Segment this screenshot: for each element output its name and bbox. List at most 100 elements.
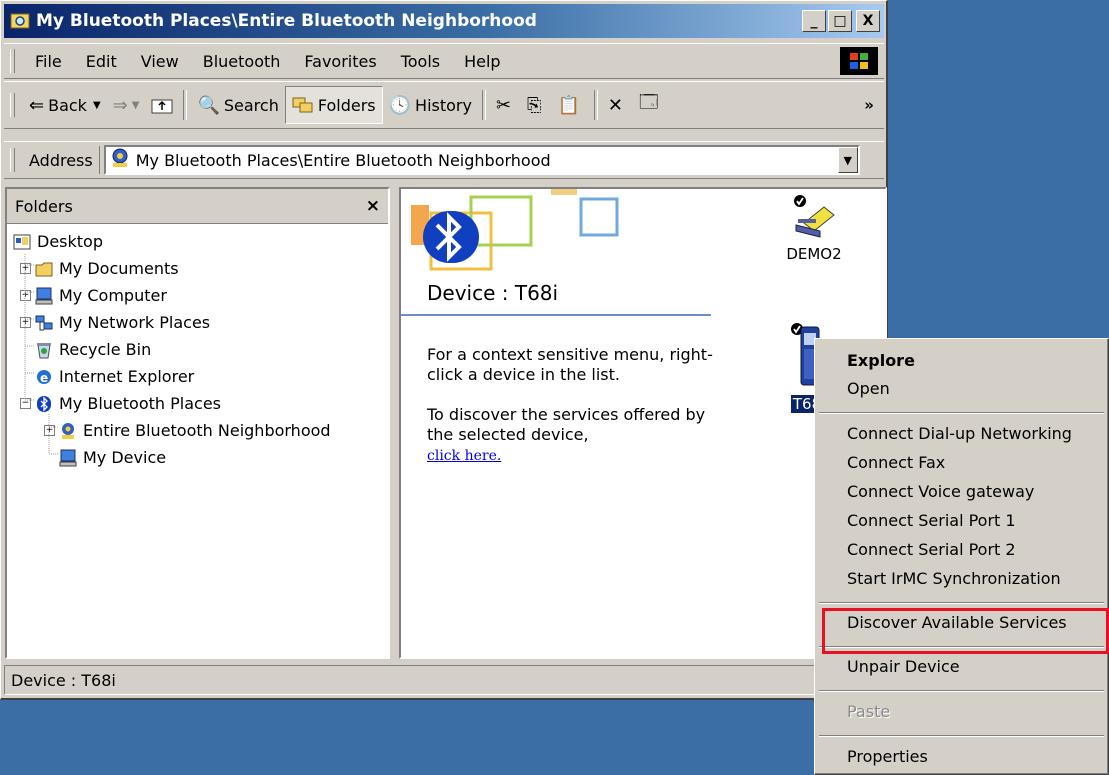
- context-menu-hint: For a context sensitive menu, right-clic…: [427, 345, 713, 384]
- addressbar-grip[interactable]: [10, 148, 15, 172]
- tree-item-label: My Device: [83, 448, 167, 467]
- menu-file[interactable]: File: [23, 52, 74, 71]
- menu-tools[interactable]: Tools: [389, 52, 452, 71]
- menu-bluetooth[interactable]: Bluetooth: [191, 52, 293, 71]
- menu-separator: [819, 412, 1104, 414]
- menu-edit[interactable]: Edit: [74, 52, 129, 71]
- status-text: Device : T68i: [11, 670, 116, 690]
- chevron-down-icon: ▼: [843, 153, 852, 167]
- toolbar-separator: [481, 90, 486, 120]
- copy-button[interactable]: ⎘: [521, 87, 551, 123]
- search-icon: 🔍: [197, 94, 220, 116]
- tree-item-label: Internet Explorer: [59, 367, 195, 386]
- minimize-button[interactable]: _: [802, 10, 826, 32]
- toolbar-separator: [183, 90, 188, 120]
- menu-explore[interactable]: Explore: [847, 351, 915, 370]
- folder-search-icon: [10, 13, 30, 29]
- menu-connect-serial-1[interactable]: Connect Serial Port 1: [847, 511, 1016, 530]
- highlight-annotation-box: [822, 608, 1109, 654]
- device-demo2[interactable]: DEMO2: [769, 193, 859, 263]
- tree-item-label: Entire Bluetooth Neighborhood: [83, 421, 331, 440]
- menu-start-irmc-sync[interactable]: Start IrMC Synchronization: [847, 569, 1061, 588]
- back-label: Back: [48, 95, 87, 115]
- back-button[interactable]: ⇐ Back ▼: [23, 87, 107, 123]
- menu-properties[interactable]: Properties: [847, 747, 928, 766]
- delete-button[interactable]: ✕: [602, 87, 633, 123]
- explorer-window: My Bluetooth Places\Entire Bluetooth Nei…: [0, 0, 888, 700]
- title-divider: [401, 314, 711, 316]
- menu-connect-voice-gateway[interactable]: Connect Voice gateway: [847, 482, 1034, 501]
- address-label: Address: [23, 146, 100, 174]
- neighborhood-icon: [110, 148, 130, 172]
- properties-icon: 🗔: [638, 92, 659, 113]
- forward-button[interactable]: ⇒ ▼: [107, 87, 146, 123]
- discover-hint: To discover the services offered by the …: [427, 405, 706, 444]
- window-title: My Bluetooth Places\Entire Bluetooth Nei…: [36, 11, 537, 31]
- menu-favorites[interactable]: Favorites: [292, 52, 388, 71]
- copy-icon: ⎘: [527, 94, 542, 116]
- forward-dropdown-icon[interactable]: ▼: [132, 100, 140, 111]
- cut-button[interactable]: ✂: [490, 87, 521, 123]
- info-text: For a context sensitive menu, right-clic…: [427, 345, 727, 466]
- desktop-background-bottom: [0, 700, 888, 775]
- properties-button[interactable]: 🗔: [633, 87, 669, 123]
- maximize-icon: □: [833, 13, 847, 29]
- delete-x-icon: ✕: [607, 94, 623, 116]
- tree-item-label: My Network Places: [59, 313, 211, 332]
- folders-label: Folders: [317, 95, 376, 115]
- up-folder-icon: [151, 99, 173, 114]
- back-arrow-icon: ⇐: [29, 94, 45, 116]
- device-title: Device : T68i: [427, 281, 559, 305]
- menu-unpair-device[interactable]: Unpair Device: [847, 657, 960, 676]
- address-field[interactable]: My Bluetooth Places\Entire Bluetooth Nei…: [103, 145, 860, 175]
- title-bar[interactable]: My Bluetooth Places\Entire Bluetooth Nei…: [4, 4, 884, 38]
- back-dropdown-icon[interactable]: ▼: [93, 100, 101, 111]
- folders-button[interactable]: Folders: [284, 86, 383, 124]
- context-menu: Explore Open Connect Dial-up Networking …: [814, 338, 1109, 775]
- history-icon: 🕓: [388, 94, 412, 116]
- history-label: History: [415, 95, 472, 115]
- menu-view[interactable]: View: [129, 52, 191, 71]
- folders-pane-header: Folders ×: [7, 189, 388, 224]
- minimize-icon: _: [810, 13, 818, 29]
- menu-bar: File Edit View Bluetooth Favorites Tools…: [4, 43, 884, 79]
- history-button[interactable]: 🕓 History: [383, 87, 478, 123]
- address-bar: Address My Bluetooth Places\Entire Bluet…: [4, 141, 884, 179]
- search-button[interactable]: 🔍 Search: [191, 87, 284, 123]
- tree-item-label: My Bluetooth Places: [59, 394, 221, 413]
- folder-tree: Desktop + My Documents + My Computer + M…: [7, 224, 388, 471]
- menu-connect-serial-2[interactable]: Connect Serial Port 2: [847, 540, 1016, 559]
- address-dropdown-button[interactable]: ▼: [837, 147, 858, 173]
- menu-separator: [819, 690, 1104, 692]
- folders-pane: Folders × Desktop + My Documents + My Co…: [5, 187, 390, 659]
- menu-help[interactable]: Help: [452, 52, 512, 71]
- close-icon: X: [862, 13, 874, 29]
- bluetooth-banner-graphic: [411, 189, 619, 271]
- tree-lines: [24, 254, 59, 455]
- click-here-link[interactable]: click here.: [427, 448, 501, 464]
- toolbar-overflow-chevron[interactable]: »: [864, 96, 874, 114]
- menu-connect-fax[interactable]: Connect Fax: [847, 453, 945, 472]
- folders-pane-close-button[interactable]: ×: [366, 196, 380, 216]
- laptop-icon: [794, 195, 835, 238]
- forward-arrow-icon: ⇒: [112, 94, 128, 116]
- paste-button[interactable]: 📋: [551, 87, 589, 123]
- search-label: Search: [223, 95, 279, 115]
- scissors-icon: ✂: [495, 94, 512, 116]
- paste-icon: 📋: [557, 94, 580, 116]
- close-button[interactable]: X: [856, 10, 880, 32]
- menu-open[interactable]: Open: [847, 379, 890, 398]
- menubar-grip[interactable]: [10, 49, 15, 73]
- menu-separator: [819, 735, 1104, 737]
- up-button[interactable]: [145, 87, 179, 123]
- menu-paste: Paste: [847, 702, 891, 721]
- maximize-button[interactable]: □: [828, 10, 852, 32]
- windows-logo-icon: [840, 47, 878, 75]
- tree-item-label: My Computer: [59, 286, 167, 305]
- address-value: My Bluetooth Places\Entire Bluetooth Nei…: [135, 150, 551, 170]
- toolbar-grip[interactable]: [10, 93, 15, 117]
- menu-connect-dialup[interactable]: Connect Dial-up Networking: [847, 424, 1072, 443]
- tree-item-label: My Documents: [59, 259, 179, 278]
- toolbar-separator: [593, 90, 598, 120]
- status-bar: Device : T68i: [4, 665, 884, 695]
